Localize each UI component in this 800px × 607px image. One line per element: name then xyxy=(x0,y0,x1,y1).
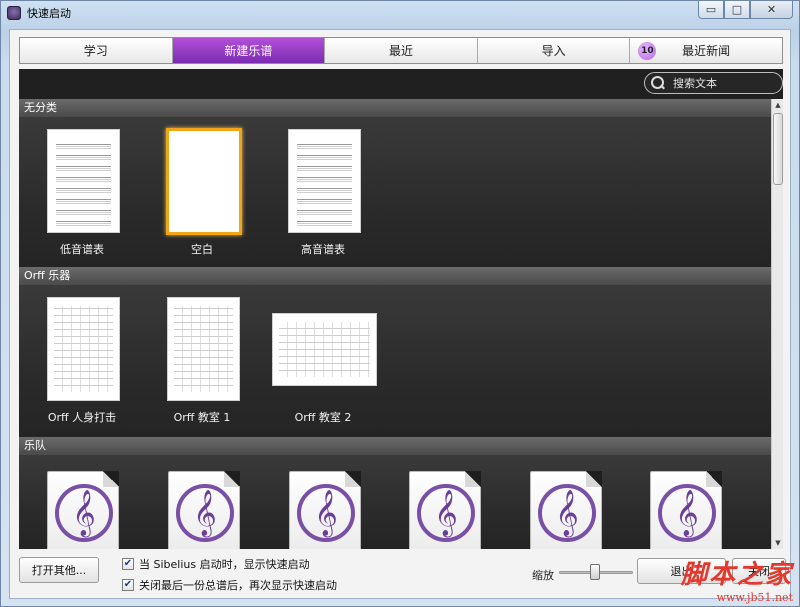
search-field[interactable]: 搜索文本 xyxy=(644,72,783,94)
template-band-item[interactable]: 𝄞 xyxy=(409,471,481,549)
sibelius-app-icon xyxy=(7,6,21,20)
tab-label: 最近新闻 xyxy=(682,44,731,58)
tab-label: 最近 xyxy=(388,44,413,58)
tab-bar: 学习 新建乐谱 最近 导入 10 最近新闻 xyxy=(19,37,783,64)
template-label: 低音谱表 xyxy=(60,243,104,256)
checkbox-label: 当 Sibelius 启动时，显示快速启动 xyxy=(139,558,310,571)
template-orff-classroom-2[interactable]: Orff 教室 2 xyxy=(272,285,377,437)
section-header-band: 乐队 xyxy=(19,437,771,455)
close-window-button[interactable]: ✕ xyxy=(750,1,793,19)
section-band: 𝄞 𝄞 𝄞 𝄞 𝄞 𝄞 xyxy=(19,455,771,549)
template-bass-staff[interactable]: 低音谱表 xyxy=(32,117,132,267)
section-header-orff: Orff 乐器 xyxy=(19,267,771,285)
template-label: Orff 教室 2 xyxy=(294,411,352,424)
template-label: Orff 教室 1 xyxy=(173,411,231,424)
watermark-url: www.jb51.net xyxy=(716,591,793,604)
section-uncategorized: 低音谱表 空白 高音谱表 xyxy=(19,117,771,267)
template-label: 高音谱表 xyxy=(301,243,345,256)
vertical-scrollbar[interactable]: ▲ ▼ xyxy=(771,99,783,549)
show-on-startup-checkbox[interactable]: ✔ 当 Sibelius 启动时，显示快速启动 xyxy=(122,556,310,572)
template-treble-staff[interactable]: 高音谱表 xyxy=(273,117,373,267)
minimize-button[interactable]: ▭ xyxy=(698,1,724,19)
checkbox-label: 关闭最后一份总谱后，再次显示快速启动 xyxy=(139,579,337,592)
section-orff: Orff 人身打击 Orff 教室 1 Orff 教室 2 xyxy=(19,285,771,437)
template-thumbnail xyxy=(167,297,240,401)
template-band-item[interactable]: 𝄞 xyxy=(650,471,722,549)
treble-clef-icon: 𝄞 xyxy=(55,484,113,542)
tab-recent[interactable]: 最近 xyxy=(325,38,478,63)
template-band-item[interactable]: 𝄞 xyxy=(530,471,602,549)
template-band-item[interactable]: 𝄞 xyxy=(168,471,240,549)
quickstart-window: 快速启动 ▭ □ ✕ 学习 新建乐谱 最近 导入 10 最近新闻 搜索文本 无分… xyxy=(0,0,800,607)
template-label: Orff 人身打击 xyxy=(47,411,117,424)
template-thumbnail xyxy=(288,129,361,233)
template-orff-body-percussion[interactable]: Orff 人身打击 xyxy=(32,285,132,437)
maximize-icon: □ xyxy=(731,3,743,16)
treble-clef-icon: 𝄞 xyxy=(658,484,716,542)
zoom-slider-handle[interactable] xyxy=(590,564,600,580)
search-row: 搜索文本 xyxy=(19,69,783,99)
treble-clef-icon: 𝄞 xyxy=(176,484,234,542)
scrollbar-thumb[interactable] xyxy=(773,113,783,185)
minimize-icon: ▭ xyxy=(705,3,717,16)
template-label: 空白 xyxy=(191,243,213,256)
maximize-button[interactable]: □ xyxy=(724,1,750,19)
window-controls: ▭ □ ✕ xyxy=(698,1,793,19)
search-input[interactable]: 搜索文本 xyxy=(673,75,717,91)
tab-label: 学习 xyxy=(83,44,108,58)
tab-import[interactable]: 导入 xyxy=(477,38,631,63)
site-watermark: 脚本之家 www.jb51.net xyxy=(681,554,793,604)
treble-clef-icon: 𝄞 xyxy=(297,484,355,542)
template-orff-classroom-1[interactable]: Orff 教室 1 xyxy=(152,285,252,437)
template-thumbnail xyxy=(272,313,377,386)
tab-learn[interactable]: 学习 xyxy=(20,38,173,63)
tab-label: 导入 xyxy=(541,44,566,58)
template-thumbnail-selected xyxy=(166,128,242,235)
template-browser: 搜索文本 无分类 低音谱表 空白 高音谱表 Orff 乐器 Orff 人身打击 … xyxy=(19,69,783,549)
template-blank[interactable]: 空白 xyxy=(152,117,252,267)
tab-new-score[interactable]: 新建乐谱 xyxy=(172,38,326,63)
tab-latest-news[interactable]: 10 最近新闻 xyxy=(630,38,782,63)
zoom-label: 缩放 xyxy=(532,569,554,582)
close-icon: ✕ xyxy=(766,3,777,16)
template-band-item[interactable]: 𝄞 xyxy=(47,471,119,549)
checkbox-checked-icon[interactable]: ✔ xyxy=(122,558,134,570)
show-after-close-checkbox[interactable]: ✔ 关闭最后一份总谱后，再次显示快速启动 xyxy=(122,577,337,593)
window-title: 快速启动 xyxy=(27,7,71,20)
search-icon xyxy=(651,76,665,90)
scroll-up-arrow-icon[interactable]: ▲ xyxy=(772,99,783,111)
open-other-button[interactable]: 打开其他... xyxy=(19,557,99,583)
treble-clef-icon: 𝄞 xyxy=(538,484,596,542)
watermark-text: 脚本之家 xyxy=(680,560,793,590)
treble-clef-icon: 𝄞 xyxy=(417,484,475,542)
title-bar: 快速启动 ▭ □ ✕ xyxy=(1,1,799,25)
template-thumbnail xyxy=(47,129,120,233)
main-panel: 学习 新建乐谱 最近 导入 10 最近新闻 搜索文本 无分类 低音谱表 空白 高… xyxy=(9,29,791,599)
checkbox-checked-icon[interactable]: ✔ xyxy=(122,579,134,591)
tab-label: 新建乐谱 xyxy=(224,44,273,58)
template-thumbnail xyxy=(47,297,120,401)
section-header-uncategorized: 无分类 xyxy=(19,99,771,117)
template-band-item[interactable]: 𝄞 xyxy=(289,471,361,549)
news-count-badge: 10 xyxy=(638,42,657,60)
scroll-down-arrow-icon[interactable]: ▼ xyxy=(772,537,783,549)
